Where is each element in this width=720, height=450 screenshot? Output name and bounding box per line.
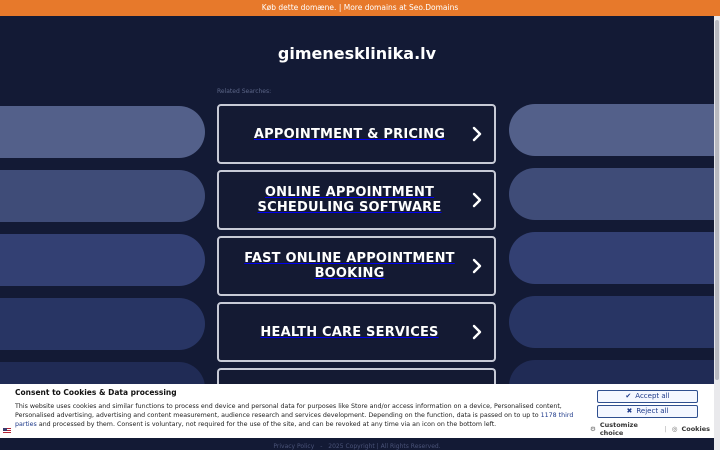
scrollbar[interactable] <box>714 16 720 450</box>
cookies-link[interactable]: Cookies <box>681 425 710 433</box>
consent-description: This website uses cookies and similar fu… <box>15 403 574 428</box>
related-link-appointment-pricing[interactable]: APPOINTMENT & PRICING <box>217 104 496 164</box>
scrollbar-thumb[interactable] <box>715 20 719 380</box>
language-flag-icon[interactable] <box>3 428 11 434</box>
accept-all-button[interactable]: ✔ Accept all <box>597 390 698 403</box>
related-searches-label: Related Searches: <box>217 88 272 95</box>
banner-separator: | <box>338 3 342 12</box>
decorative-pill-left <box>0 234 205 286</box>
related-link-label: FAST ONLINE APPOINTMENT BOOKING <box>244 251 455 281</box>
top-banner: Køb dette domæne. | More domains at Seo.… <box>0 0 720 16</box>
chevron-right-icon <box>472 192 482 208</box>
checkmark-icon: ✔ <box>625 392 632 400</box>
chevron-right-icon <box>472 126 482 142</box>
related-link-online-scheduling[interactable]: ONLINE APPOINTMENT SCHEDULING SOFTWARE <box>217 170 496 230</box>
consent-secondary-links: ⚙ Customize choice | ◎ Cookies <box>590 421 710 437</box>
domain-title: gimenesklinika.lv <box>277 44 437 63</box>
related-link-label: ONLINE APPOINTMENT SCHEDULING SOFTWARE <box>257 185 442 215</box>
decorative-pill-left <box>0 170 205 222</box>
footer: Privacy Policy - 2025 Copyright | All Ri… <box>273 443 441 450</box>
cookie-icon: ◎ <box>671 425 678 433</box>
related-link-health-care[interactable]: HEALTH CARE SERVICES <box>217 302 496 362</box>
decorative-pill-right <box>509 104 714 156</box>
gear-icon: ⚙ <box>590 425 596 433</box>
related-link-fast-booking[interactable]: FAST ONLINE APPOINTMENT BOOKING <box>217 236 496 296</box>
buy-domain-link[interactable]: Køb dette domæne. <box>262 3 337 12</box>
decorative-pill-right <box>509 232 714 284</box>
more-domains-link[interactable]: More domains at Seo.Domains <box>344 3 459 12</box>
reject-all-button[interactable]: ✖ Reject all <box>597 405 698 418</box>
related-link-label: APPOINTMENT & PRICING <box>253 126 446 142</box>
decorative-pill-right <box>509 168 714 220</box>
decorative-pill-left <box>0 106 205 158</box>
related-link-label: HEALTH CARE SERVICES <box>260 324 439 340</box>
chevron-right-icon <box>472 258 482 274</box>
close-icon: ✖ <box>626 407 633 415</box>
privacy-policy-link[interactable]: Privacy Policy <box>273 443 314 450</box>
customize-choice-link[interactable]: Customize choice <box>600 421 660 437</box>
cookie-consent-banner: Consent to Cookies & Data processing Thi… <box>0 384 714 438</box>
chevron-right-icon <box>472 324 482 340</box>
consent-title: Consent to Cookies & Data processing <box>15 388 177 397</box>
copyright-text: 2025 Copyright | All Rights Reserved. <box>328 443 441 450</box>
decorative-pill-left <box>0 298 205 350</box>
decorative-pill-right <box>509 296 714 348</box>
